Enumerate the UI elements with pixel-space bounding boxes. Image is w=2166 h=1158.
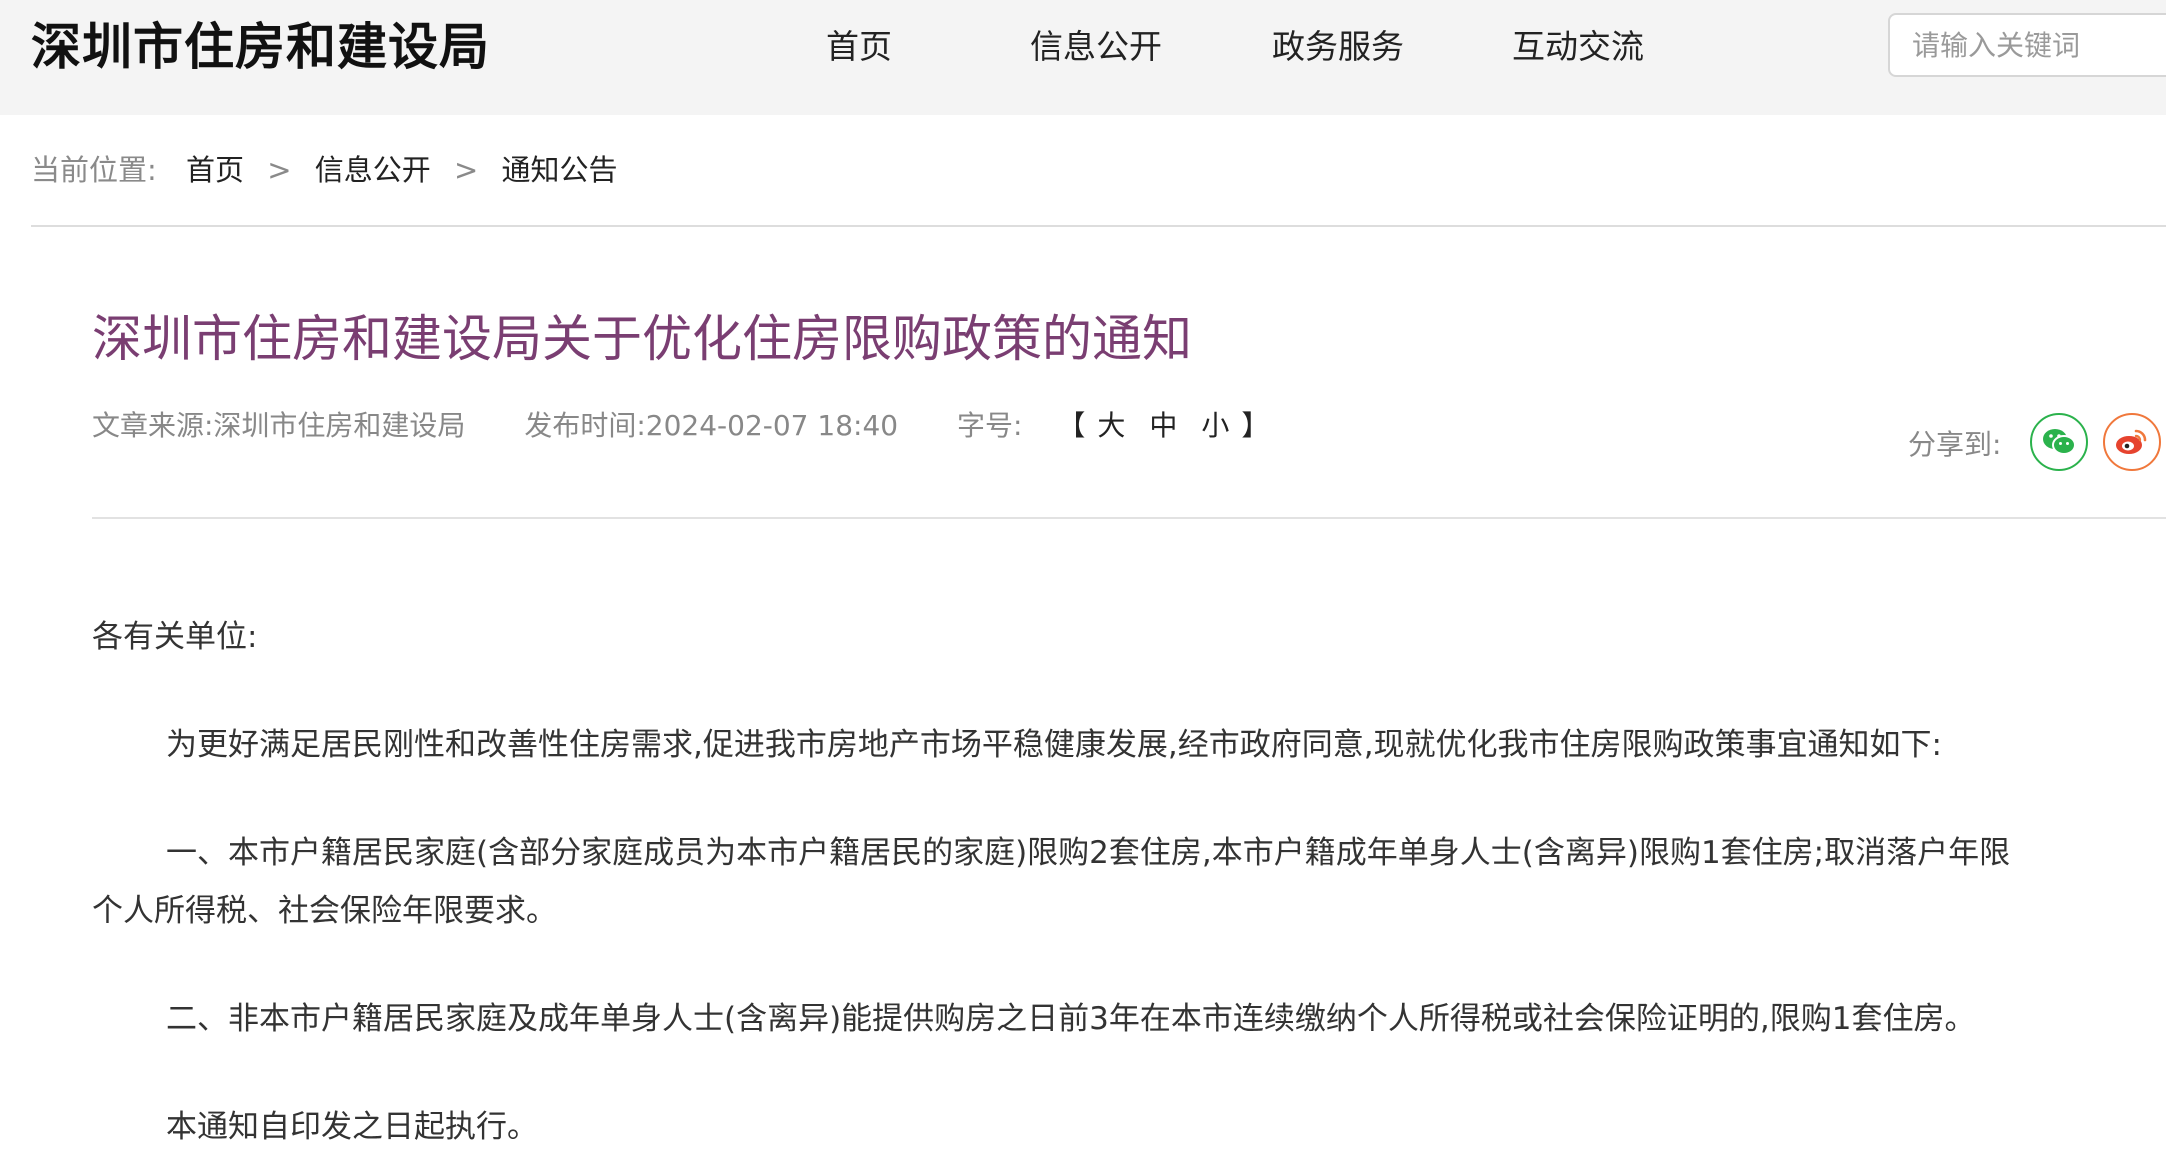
breadcrumb-divider (31, 225, 2166, 227)
breadcrumb-label: 当前位置: (31, 153, 157, 187)
font-size-small-button[interactable]: 小 (1201, 409, 1229, 442)
wechat-icon[interactable] (2030, 413, 2088, 471)
article-greeting: 各有关单位: (92, 619, 258, 655)
nav-item-home[interactable]: 首页 (826, 22, 892, 72)
search-input[interactable] (1890, 15, 2166, 75)
breadcrumb-separator: > (267, 153, 292, 187)
site-header: 深圳市住房和建设局 首页 信息公开 政务服务 互动交流 (0, 0, 2166, 115)
nav-item-interaction[interactable]: 互动交流 (1512, 22, 1644, 72)
nav-item-info-disclosure[interactable]: 信息公开 (1030, 22, 1162, 72)
article-title: 深圳市住房和建设局关于优化住房限购政策的通知 (92, 310, 1192, 368)
font-size-large-button[interactable]: 大 (1097, 409, 1125, 442)
article-header-divider (92, 517, 2166, 519)
site-title[interactable]: 深圳市住房和建设局 (31, 14, 490, 80)
breadcrumb: 当前位置: 首页 > 信息公开 > 通知公告 (31, 148, 618, 192)
breadcrumb-info-disclosure[interactable]: 信息公开 (315, 153, 431, 187)
font-size-bracket-open: 【 (1057, 409, 1086, 442)
breadcrumb-notices[interactable]: 通知公告 (502, 153, 618, 187)
font-size-medium-button[interactable]: 中 (1149, 409, 1177, 442)
nav-item-gov-services[interactable]: 政务服务 (1272, 22, 1404, 72)
breadcrumb-home[interactable]: 首页 (186, 153, 244, 187)
font-size-bracket-close: 】 (1241, 409, 1270, 442)
article-paragraph: 一、本市户籍居民家庭(含部分家庭成员为本市户籍居民的家庭)限购2套住房,本市户籍… (166, 835, 2011, 871)
article-meta: 文章来源:深圳市住房和建设局 发布时间:2024-02-07 18:40 字号:… (92, 404, 1269, 448)
font-size-control: 【大中小】 (1057, 409, 1269, 442)
font-size-label: 字号: (957, 409, 1023, 442)
share-label: 分享到: (1908, 428, 2002, 461)
article-paragraph-continued: 个人所得税、社会保险年限要求。 (92, 893, 557, 929)
article-source: 文章来源:深圳市住房和建设局 (92, 409, 466, 442)
search-box (1888, 13, 2166, 77)
article-paragraph: 二、非本市户籍居民家庭及成年单身人士(含离异)能提供购房之日前3年在本市连续缴纳… (166, 1001, 1976, 1037)
weibo-icon[interactable] (2103, 413, 2161, 471)
article-paragraph: 本通知自印发之日起执行。 (166, 1109, 538, 1145)
article-paragraph: 为更好满足居民刚性和改善性住房需求,促进我市房地产市场平稳健康发展,经市政府同意… (166, 727, 1943, 763)
breadcrumb-separator: > (454, 153, 479, 187)
article-publish-time: 发布时间:2024-02-07 18:40 (524, 409, 899, 442)
